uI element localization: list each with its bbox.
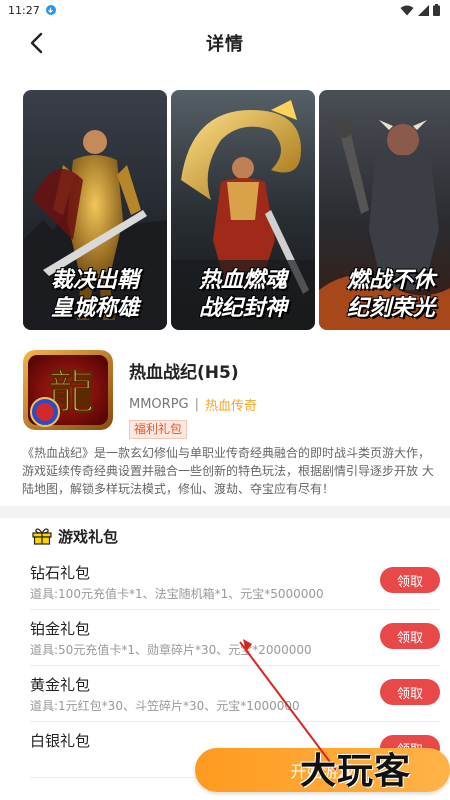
- gift-name: 铂金礼包: [30, 620, 91, 638]
- gift-name: 黄金礼包: [30, 676, 91, 694]
- screenshot-caption: 热血燃魂 战纪封神: [198, 267, 287, 321]
- claim-button[interactable]: 领取: [380, 623, 440, 649]
- gift-row-gold: 黄金礼包 道具:1元红包*30、斗笠碎片*30、元宝*1000000 领取: [30, 666, 440, 722]
- gift-name: 白银礼包: [30, 732, 91, 750]
- dragon-logo-icon: 龍: [23, 350, 113, 430]
- battery-icon: [433, 4, 440, 16]
- claim-button[interactable]: 领取: [380, 567, 440, 593]
- section-divider: [0, 506, 450, 518]
- chevron-left-icon: [30, 32, 43, 54]
- signal-icon: [418, 4, 429, 16]
- screenshot-3[interactable]: 燃战不休 纪刻荣光: [319, 90, 450, 330]
- game-genre: 热血传奇: [205, 399, 258, 414]
- gift-items: 道具:50元充值卡*1、勋章碎片*30、元宝*2000000: [30, 643, 312, 657]
- screenshot-caption: 燃战不休 纪刻荣光: [346, 267, 435, 321]
- game-info: 龍 热血战纪(H5) MMORPG | 热血传奇 福利礼包: [23, 350, 428, 439]
- screenshot-gallery[interactable]: 裁决出鞘 皇城称雄 热血燃魂 战纪封神 燃战不休 纪刻荣光: [23, 90, 450, 330]
- gift-items: 道具:1元红包*30、斗笠碎片*30、元宝*1000000: [30, 699, 300, 713]
- game-description: 《热血战纪》是一款玄幻修仙与单职业传奇经典融合的即时战斗类页游大作，游戏延续传奇…: [22, 446, 434, 496]
- screenshot-2[interactable]: 热血燃魂 战纪封神: [171, 90, 315, 330]
- page-title: 详情: [206, 34, 244, 55]
- status-bar: 11:27: [0, 0, 450, 20]
- gift-row-diamond: 钻石礼包 道具:100元充值卡*1、法宝随机箱*1、元宝*5000000 领取: [30, 554, 440, 610]
- status-time: 11:27: [8, 3, 40, 17]
- claim-button[interactable]: 领取: [380, 679, 440, 705]
- wifi-icon: [400, 5, 414, 15]
- download-notification-icon: [45, 5, 56, 15]
- section-title: 游戏礼包: [58, 527, 119, 546]
- gift-items: 道具:100元充值卡*1、法宝随机箱*1、元宝*5000000: [30, 587, 324, 601]
- gift-name: 钻石礼包: [30, 564, 91, 582]
- page-header: 详情: [0, 20, 450, 66]
- start-game-button[interactable]: 开始游戏: [195, 748, 450, 792]
- game-logo: 龍: [23, 350, 113, 430]
- gift-box-icon: [32, 528, 52, 545]
- screenshot-1[interactable]: 裁决出鞘 皇城称雄: [23, 90, 167, 330]
- game-name: 热血战纪(H5): [129, 363, 239, 383]
- welfare-badge: 福利礼包: [129, 420, 188, 439]
- back-button[interactable]: [24, 30, 48, 56]
- game-type: MMORPG: [129, 397, 189, 412]
- gift-row-platinum: 铂金礼包 道具:50元充值卡*1、勋章碎片*30、元宝*2000000 领取: [30, 610, 440, 666]
- screenshot-caption: 裁决出鞘 皇城称雄: [50, 267, 139, 321]
- tag-separator: |: [194, 397, 200, 412]
